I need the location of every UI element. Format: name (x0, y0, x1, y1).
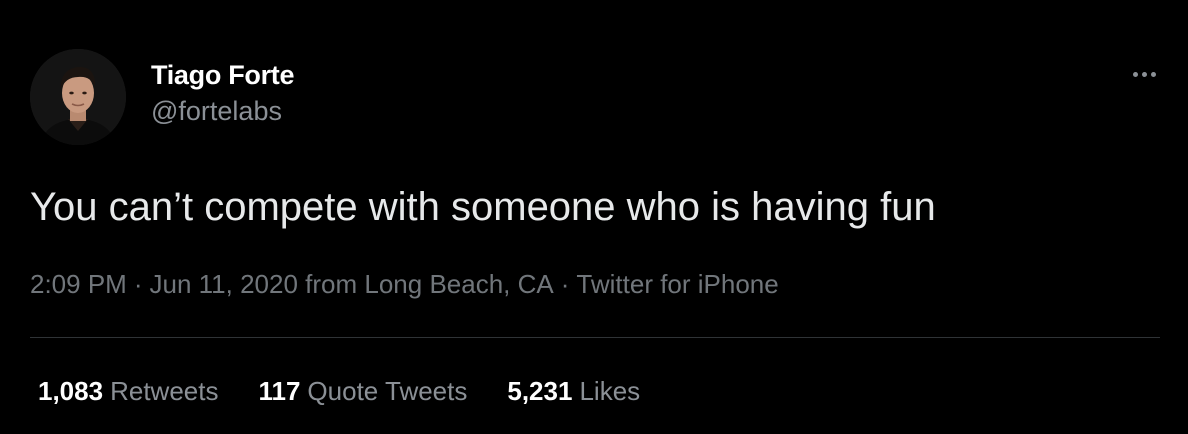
tweet-source-link[interactable]: Twitter for iPhone (576, 269, 778, 299)
avatar[interactable] (30, 49, 126, 145)
author-display-name[interactable]: Tiago Forte (151, 58, 295, 92)
author-handle[interactable]: @fortelabs (151, 94, 294, 128)
more-dot (1141, 71, 1147, 77)
tweet-meta: 2:09 PM · Jun 11, 2020 from Long Beach, CA… (30, 266, 779, 302)
tweet-time: 2:09 PM (30, 269, 127, 299)
quote-tweets-label: Quote Tweets (307, 376, 468, 406)
more-horizontal-icon (1132, 71, 1138, 77)
more-dot (1150, 71, 1156, 77)
more-options-button[interactable] (1124, 62, 1164, 86)
likes-stat[interactable]: 5,231 Likes (507, 374, 640, 408)
tweet-card: Tiago Forte @fortelabs You can’t compete… (0, 0, 1188, 434)
tweet-location: from Long Beach, CA (305, 269, 554, 299)
divider (30, 337, 1160, 338)
retweets-label: Retweets (110, 376, 219, 406)
tweet-stats: 1,083 Retweets 117 Quote Tweets 5,231 Likes (38, 374, 680, 408)
meta-separator: · (560, 269, 570, 299)
tweet-date: Jun 11, 2020 (149, 269, 298, 299)
person-avatar-icon (30, 49, 126, 145)
author-block: Tiago Forte @fortelabs (151, 58, 295, 128)
tweet-timestamp-link[interactable]: 2:09 PM · Jun 11, 2020 (30, 269, 298, 299)
quote-tweets-stat[interactable]: 117 Quote Tweets (258, 374, 467, 408)
retweets-count: 1,083 (38, 376, 104, 406)
tweet-text: You can’t compete with someone who is ha… (30, 185, 936, 229)
likes-count: 5,231 (507, 376, 573, 406)
meta-separator: · (133, 269, 143, 299)
quote-tweets-count: 117 (258, 376, 301, 406)
retweets-stat[interactable]: 1,083 Retweets (38, 374, 218, 408)
likes-label: Likes (579, 376, 641, 406)
